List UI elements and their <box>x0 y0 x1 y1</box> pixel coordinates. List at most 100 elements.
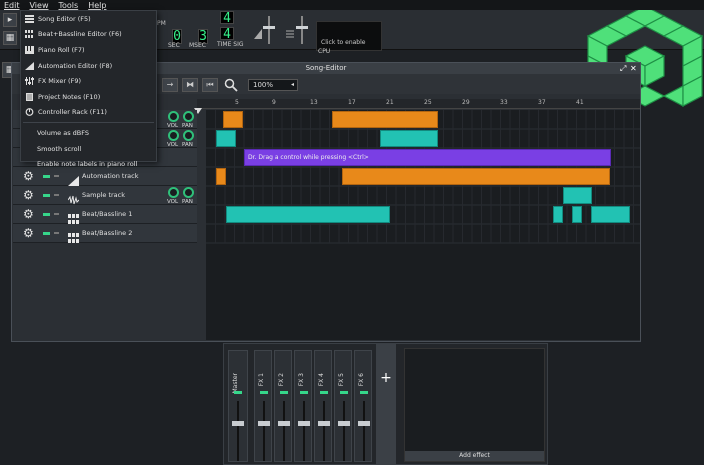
solo-toggle[interactable] <box>54 194 59 196</box>
pan-knob[interactable] <box>183 111 194 122</box>
master-volume-handle[interactable] <box>263 26 275 29</box>
mute-led[interactable] <box>260 391 268 394</box>
fx-channel[interactable]: FX 5 <box>334 350 352 462</box>
mute-led[interactable] <box>340 391 348 394</box>
pattern-clip[interactable] <box>223 111 243 128</box>
restore-icon[interactable]: ⤢ <box>620 63 626 74</box>
close-icon[interactable]: ✕ <box>630 63 637 74</box>
gear-icon[interactable]: ⚙ <box>23 227 34 239</box>
pattern-clip[interactable] <box>380 130 438 147</box>
mute-led[interactable] <box>280 391 288 394</box>
bb-clip[interactable] <box>226 206 390 223</box>
menu-item-bb-editor[interactable]: Beat+Bassline Editor (F6) <box>21 27 156 43</box>
master-pitch-slider[interactable] <box>301 16 303 44</box>
track-row-bb1[interactable]: ⚙ Beat/Bassline 1 <box>13 205 197 224</box>
forward-icon[interactable]: → <box>162 78 178 92</box>
fx-channel[interactable]: FX 4 <box>314 350 332 462</box>
menu-option-smooth-scroll[interactable]: Smooth scroll <box>21 141 156 157</box>
pattern-clip[interactable] <box>332 111 438 128</box>
sample-clip[interactable] <box>342 168 610 185</box>
track-name[interactable]: Sample track <box>82 191 125 199</box>
bb-clip[interactable] <box>591 206 630 223</box>
master-volume-slider[interactable] <box>268 16 270 44</box>
bb-clip[interactable] <box>572 206 582 223</box>
fx-channel-name: FX 1 <box>258 373 265 387</box>
menu-item-piano-roll[interactable]: Piano Roll (F7) <box>21 42 156 58</box>
menu-item-label: Beat+Bassline Editor (F6) <box>38 30 122 39</box>
menu-tools[interactable]: Tools <box>58 1 78 10</box>
fader-handle[interactable] <box>298 421 310 426</box>
fader-handle[interactable] <box>258 421 270 426</box>
solo-toggle[interactable] <box>54 175 59 177</box>
automation-clip[interactable]: Dr. Drag a control while pressing <Ctrl> <box>244 149 611 166</box>
time-sig-numerator[interactable]: 4 <box>220 11 234 26</box>
volume-knob[interactable] <box>168 130 179 141</box>
add-effect-button[interactable]: Add effect <box>405 451 544 461</box>
fader-handle[interactable] <box>278 421 290 426</box>
fx-channel[interactable]: FX 2 <box>274 350 292 462</box>
menu-item-project-notes[interactable]: Project Notes (F10) <box>21 89 156 105</box>
mute-toggle[interactable] <box>43 213 50 216</box>
gear-icon[interactable]: ⚙ <box>23 208 34 220</box>
track-name[interactable]: Automation track <box>82 172 138 180</box>
add-channel-button[interactable]: + <box>376 344 396 465</box>
track-row-sample[interactable]: ⚙ Sample track VOL PAN <box>13 186 197 205</box>
grid-view-icon[interactable]: ▦ <box>3 31 17 45</box>
pan-knob[interactable] <box>183 187 194 198</box>
fader-handle[interactable] <box>338 421 350 426</box>
zoom-select[interactable]: 100% ◂ <box>248 79 298 91</box>
menu-item-label: Song Editor (F5) <box>38 14 91 23</box>
pan-knob[interactable] <box>183 130 194 141</box>
menu-item-song-editor[interactable]: Song Editor (F5) <box>21 11 156 27</box>
master-pitch-handle[interactable] <box>296 26 308 29</box>
cpu-meter[interactable]: Click to enable CPU <box>316 21 382 55</box>
fx-channel[interactable]: FX 3 <box>294 350 312 462</box>
solo-toggle[interactable] <box>54 213 59 215</box>
song-grid[interactable]: Dr. Drag a control while pressing <Ctrl> <box>206 110 640 340</box>
bb-clip[interactable] <box>563 187 592 204</box>
fader-track <box>363 401 365 461</box>
playhead-marker-icon[interactable] <box>194 99 202 114</box>
time-sig-denominator[interactable]: 4 <box>220 27 234 42</box>
menu-help[interactable]: Help <box>88 1 106 10</box>
mute-toggle[interactable] <box>43 175 50 178</box>
fader-handle[interactable] <box>358 421 370 426</box>
track-name[interactable]: Beat/Bassline 2 <box>82 229 132 237</box>
mute-led[interactable] <box>234 391 242 394</box>
gear-icon[interactable]: ⚙ <box>23 189 34 201</box>
fx-channel[interactable]: FX 1 <box>254 350 272 462</box>
menu-view[interactable]: View <box>30 1 49 10</box>
mute-led[interactable] <box>320 391 328 394</box>
mute-toggle[interactable] <box>43 194 50 197</box>
mute-led[interactable] <box>300 391 308 394</box>
timeline-ruler[interactable]: 5 9 13 17 21 25 29 33 37 41 <box>194 99 640 114</box>
fx-channel[interactable]: FX 6 <box>354 350 372 462</box>
track-row-bb2[interactable]: ⚙ Beat/Bassline 2 <box>13 224 197 243</box>
pattern-clip[interactable] <box>216 130 236 147</box>
rewind-icon[interactable]: ⏮ <box>202 78 218 92</box>
solo-toggle[interactable] <box>54 232 59 234</box>
mute-led[interactable] <box>360 391 368 394</box>
menu-edit[interactable]: Edit <box>4 1 20 10</box>
bb-clip[interactable] <box>553 206 563 223</box>
menu-option-note-labels[interactable]: Enable note labels in piano roll <box>21 156 156 172</box>
volume-knob[interactable] <box>168 111 179 122</box>
fader-handle[interactable] <box>232 421 244 426</box>
volume-knob[interactable] <box>168 187 179 198</box>
automation-track-icon <box>68 171 79 186</box>
menu-item-fx-mixer[interactable]: FX Mixer (F9) <box>21 73 156 89</box>
menu-item-automation-editor[interactable]: Automation Editor (F8) <box>21 58 156 74</box>
menu-item-label: FX Mixer (F9) <box>38 77 82 86</box>
fader-track <box>343 401 345 461</box>
track-name[interactable]: Beat/Bassline 1 <box>82 210 132 218</box>
new-project-icon[interactable]: ▸ <box>3 13 17 27</box>
fader-handle[interactable] <box>318 421 330 426</box>
fader-track <box>263 401 265 461</box>
sample-clip[interactable] <box>216 168 226 185</box>
menu-option-volume-dbfs[interactable]: Volume as dBFS <box>21 125 156 141</box>
stop-icon[interactable]: ⧓ <box>182 78 198 92</box>
fx-channel-master[interactable]: Master <box>228 350 248 462</box>
mute-toggle[interactable] <box>43 232 50 235</box>
menu-item-controller-rack[interactable]: Controller Rack (F11) <box>21 105 156 121</box>
grid-row <box>206 186 640 205</box>
